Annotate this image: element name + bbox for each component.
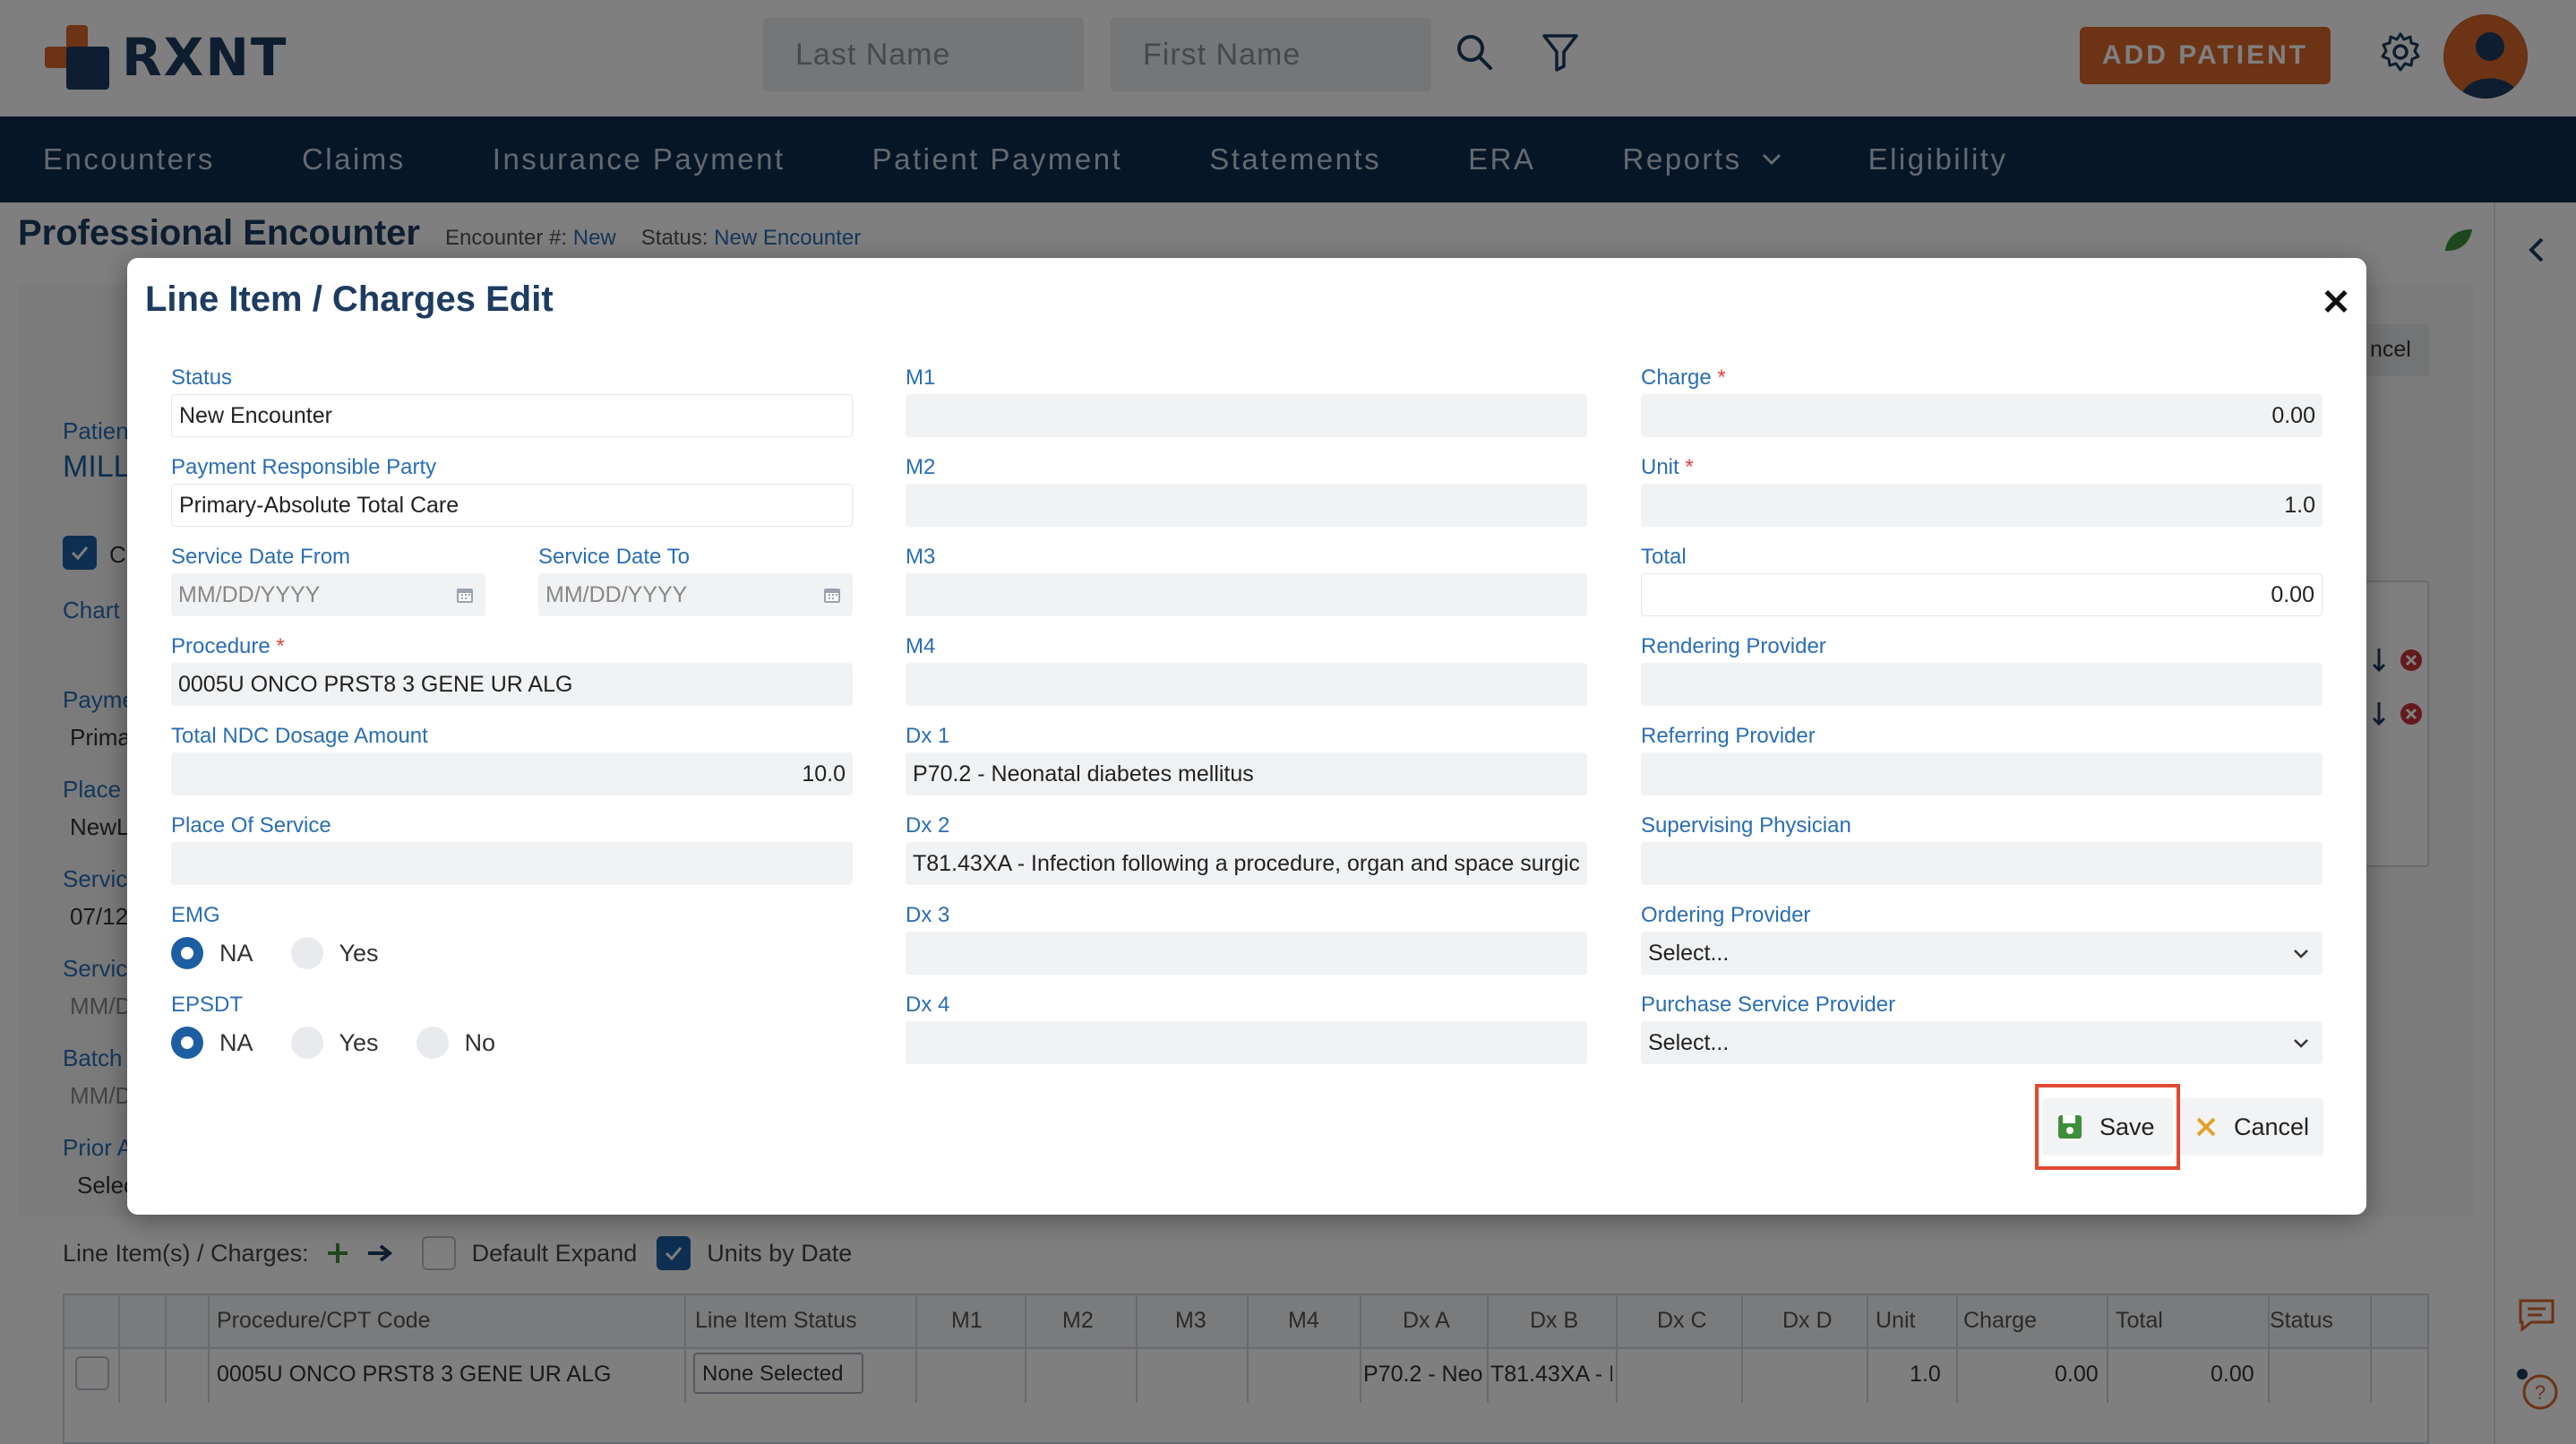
radio-unselected[interactable]: [290, 937, 323, 969]
total-label: Total: [1641, 545, 1687, 569]
payment-responsible-party-field: Primary-Absolute Total Care: [171, 484, 853, 527]
unit-value: 1.0: [2284, 492, 2315, 518]
emg-radio-group: NA Yes: [171, 937, 416, 969]
service-date-from-placeholder: MM/DD/YYYY: [178, 581, 321, 607]
unit-input[interactable]: 1.0: [1641, 484, 2323, 527]
x-icon: [2196, 1117, 2216, 1137]
charge-input[interactable]: 0.00: [1641, 394, 2323, 437]
dx2-label: Dx 2: [906, 813, 950, 838]
emg-label: EMG: [171, 903, 220, 927]
save-button-highlight: [2035, 1084, 2180, 1170]
epsdt-option-no-label: No: [464, 1028, 496, 1056]
ndc-dosage-input[interactable]: 10.0: [171, 752, 853, 795]
referring-provider-label: Referring Provider: [1641, 724, 1816, 748]
close-icon[interactable]: ✕: [2318, 285, 2354, 321]
place-of-service-label: Place Of Service: [171, 813, 331, 838]
dx4-label: Dx 4: [906, 993, 950, 1017]
procedure-label-text: Procedure: [171, 634, 270, 658]
calendar-icon[interactable]: [455, 585, 475, 605]
purchase-service-provider-value: Select...: [1648, 1029, 1730, 1055]
modal-title: Line Item / Charges Edit: [145, 279, 554, 319]
procedure-label: Procedure *: [171, 634, 285, 659]
service-date-to-label: Service Date To: [538, 545, 690, 569]
dx1-label: Dx 1: [906, 724, 950, 748]
procedure-value: 0005U ONCO PRST8 3 GENE UR ALG: [178, 671, 573, 697]
service-date-from-input[interactable]: MM/DD/YYYY: [171, 573, 485, 616]
supervising-physician-label: Supervising Physician: [1641, 813, 1851, 838]
epsdt-option-yes[interactable]: Yes: [290, 1027, 379, 1059]
dx3-label: Dx 3: [906, 903, 950, 927]
service-date-to-placeholder: MM/DD/YYYY: [545, 581, 688, 607]
m4-label: M4: [906, 634, 936, 658]
dx1-input[interactable]: P70.2 - Neonatal diabetes mellitus: [906, 752, 1587, 795]
m2-label: M2: [906, 455, 936, 479]
radio-unselected[interactable]: [290, 1027, 323, 1059]
epsdt-option-na-label: NA: [219, 1028, 253, 1056]
unit-label: Unit *: [1641, 455, 1694, 480]
chevron-down-icon: [2294, 950, 2308, 958]
epsdt-radio-group: NA Yes No: [171, 1027, 533, 1059]
m2-input[interactable]: [906, 484, 1587, 527]
status-field: New Encounter: [171, 394, 853, 437]
radio-unselected[interactable]: [416, 1027, 449, 1059]
status-value: New Encounter: [179, 402, 332, 428]
charge-label-text: Charge: [1641, 365, 1712, 390]
required-marker: *: [1685, 455, 1694, 479]
ordering-provider-select[interactable]: Select...: [1641, 932, 2323, 975]
service-date-to-input[interactable]: MM/DD/YYYY: [538, 573, 853, 616]
required-marker: *: [1717, 365, 1726, 390]
radio-selected[interactable]: [171, 937, 203, 969]
m3-input[interactable]: [906, 573, 1587, 616]
payment-responsible-party-label: Payment Responsible Party: [171, 455, 437, 479]
ndc-dosage-label: Total NDC Dosage Amount: [171, 724, 428, 748]
purchase-service-provider-select[interactable]: Select...: [1641, 1021, 2323, 1064]
rendering-provider-label: Rendering Provider: [1641, 634, 1826, 658]
emg-option-na-label: NA: [219, 939, 253, 967]
line-item-charges-edit-modal: Line Item / Charges Edit ✕ Status New En…: [127, 258, 2366, 1215]
epsdt-option-no[interactable]: No: [416, 1027, 496, 1059]
charge-label: Charge *: [1641, 365, 1726, 391]
place-of-service-input[interactable]: [171, 842, 853, 885]
emg-option-na[interactable]: NA: [171, 937, 253, 969]
unit-label-text: Unit: [1641, 455, 1679, 479]
total-value: 0.00: [2271, 581, 2314, 607]
rendering-provider-input[interactable]: [1641, 663, 2323, 706]
m1-label: M1: [906, 365, 936, 390]
ordering-provider-value: Select...: [1648, 940, 1730, 966]
cancel-button[interactable]: Cancel: [2180, 1098, 2323, 1156]
epsdt-option-na[interactable]: NA: [171, 1027, 253, 1059]
supervising-physician-input[interactable]: [1641, 842, 2323, 885]
m3-label: M3: [906, 545, 936, 569]
service-date-from-label: Service Date From: [171, 545, 351, 569]
dx2-input[interactable]: T81.43XA - Infection following a procedu…: [906, 842, 1587, 885]
purchase-service-provider-label: Purchase Service Provider: [1641, 993, 1896, 1017]
ndc-dosage-value: 10.0: [802, 761, 846, 786]
m4-input[interactable]: [906, 663, 1587, 706]
chevron-down-icon: [2294, 1039, 2308, 1048]
emg-option-yes[interactable]: Yes: [290, 937, 379, 969]
procedure-input[interactable]: 0005U ONCO PRST8 3 GENE UR ALG: [171, 663, 853, 706]
dx1-value: P70.2 - Neonatal diabetes mellitus: [913, 761, 1254, 786]
epsdt-option-yes-label: Yes: [339, 1028, 379, 1056]
cancel-button-label: Cancel: [2233, 1113, 2309, 1140]
emg-option-yes-label: Yes: [339, 939, 379, 967]
dx4-input[interactable]: [906, 1021, 1587, 1064]
referring-provider-input[interactable]: [1641, 752, 2323, 795]
dx3-input[interactable]: [906, 932, 1587, 975]
charge-value: 0.00: [2271, 402, 2315, 428]
radio-selected[interactable]: [171, 1027, 203, 1059]
epsdt-label: EPSDT: [171, 993, 244, 1017]
ordering-provider-label: Ordering Provider: [1641, 903, 1811, 927]
status-label: Status: [171, 365, 233, 390]
dx2-value: T81.43XA - Infection following a procedu…: [913, 850, 1580, 876]
payment-responsible-party-value: Primary-Absolute Total Care: [179, 492, 459, 518]
calendar-icon[interactable]: [822, 585, 842, 605]
required-marker: *: [276, 634, 285, 658]
m1-input[interactable]: [906, 394, 1587, 437]
total-field: 0.00: [1641, 573, 2323, 616]
